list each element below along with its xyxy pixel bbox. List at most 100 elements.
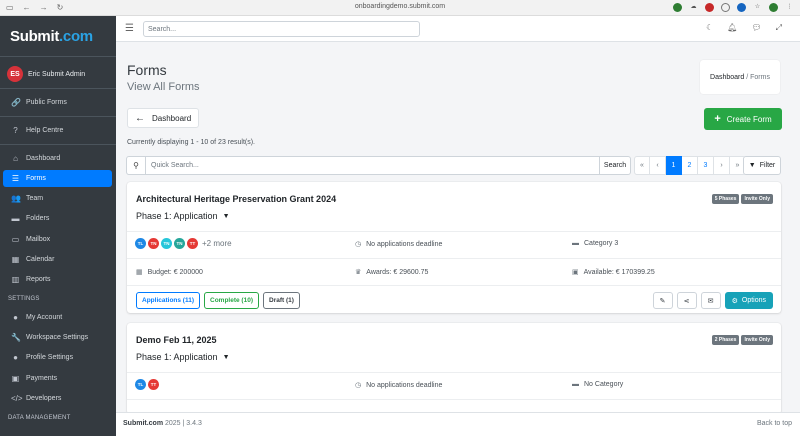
top-navbar: ☰ Search... ☾ 🔔︎ 💬︎ ⤢ <box>116 16 800 42</box>
wrench-icon: 🔧 <box>11 333 21 342</box>
notifications-bell-icon[interactable]: 🔔︎ <box>727 23 737 33</box>
sidebar-divider <box>0 144 116 145</box>
extension-red-icon[interactable] <box>705 3 714 12</box>
sidebar-toggle-icon[interactable]: ▭ <box>6 3 14 12</box>
user-cog-icon: ● <box>13 353 18 362</box>
sidebar-item-help-centre[interactable]: ? Help Centre <box>3 122 112 139</box>
page-first[interactable]: « <box>634 156 650 175</box>
draft-button[interactable]: Draft (1) <box>263 292 300 309</box>
sidebar-item-mailbox[interactable]: ▭ Mailbox <box>3 231 112 248</box>
filter-button[interactable]: ▼ Filter <box>743 156 781 175</box>
hamburger-menu-icon[interactable]: ☰ <box>125 23 134 34</box>
brand-logo[interactable]: Submit.com <box>10 28 93 45</box>
page-next[interactable]: › <box>714 156 730 175</box>
forward-icon[interactable]: → <box>40 3 48 12</box>
phases-badge: 2 Phases <box>711 335 740 345</box>
create-form-button[interactable]: + Create Form <box>704 108 782 130</box>
url-text: onboardingdemo.submit.com <box>354 3 446 10</box>
sidebar-item-profile-settings[interactable]: ● Profile Settings <box>3 349 112 366</box>
cloud-icon[interactable]: ☁ <box>689 3 698 12</box>
dark-mode-moon-icon[interactable]: ☾ <box>706 23 713 33</box>
dashboard-back-button[interactable]: ← Dashboard <box>127 108 199 128</box>
reload-icon[interactable]: ↻ <box>57 3 64 12</box>
breadcrumb-current: Forms <box>750 73 770 81</box>
sidebar-item-my-account[interactable]: ● My Account <box>3 309 112 326</box>
breadcrumb-home-link[interactable]: Dashboard <box>710 74 744 81</box>
user-panel[interactable]: ES Eric Submit Admin <box>7 66 85 82</box>
link-icon: 🔗 <box>11 98 21 107</box>
available-info: ▣ Available: € 170399.25 <box>572 268 655 277</box>
applications-button[interactable]: Applications (11) <box>136 292 201 309</box>
sidebar-item-team[interactable]: 👥 Team <box>3 190 112 207</box>
money-bill-icon: ▣ <box>572 269 579 276</box>
team-avatars[interactable]: TL TN TN TN TT +2 more <box>135 238 232 249</box>
sidebar-divider <box>0 88 116 89</box>
sidebar-item-label: Reports <box>26 276 51 283</box>
chat-icon[interactable]: 💬︎ <box>751 23 761 33</box>
extension-green-icon[interactable] <box>673 3 682 12</box>
edit-pencil-icon[interactable]: ✎ <box>652 292 673 309</box>
star-icon[interactable]: ☆ <box>753 3 762 12</box>
sidebar-item-calendar[interactable]: ▦ Calendar <box>3 251 112 268</box>
phase-dropdown[interactable]: Phase 1: Application ▼ <box>136 352 230 362</box>
form-title[interactable]: Architectural Heritage Preservation Gran… <box>136 194 336 204</box>
search-placeholder: Search... <box>148 26 177 33</box>
quick-search-input[interactable]: Quick Search... <box>146 156 600 175</box>
menu-dots-icon[interactable]: ⋮ <box>785 3 794 12</box>
extension-box-icon[interactable] <box>721 3 730 12</box>
deadline-info: ◷ No applications deadline <box>355 381 443 390</box>
sidebar-item-reports[interactable]: ▥ Reports <box>3 271 112 288</box>
extension-blue-icon[interactable] <box>737 3 746 12</box>
back-to-top-link[interactable]: Back to top <box>757 420 792 427</box>
options-button[interactable]: ⚙ Options <box>724 292 773 309</box>
category-info: ▬ Category 3 <box>572 240 618 247</box>
home-icon: ⌂ <box>13 154 18 163</box>
dashboard-back-label: Dashboard <box>152 113 192 123</box>
sidebar-item-label: Payments <box>26 375 58 382</box>
sidebar-item-label: Mailbox <box>26 236 51 243</box>
back-icon[interactable]: ← <box>23 3 31 12</box>
sidebar-item-workspace-settings[interactable]: 🔧 Workspace Settings <box>3 329 112 346</box>
sidebar-item-dashboard[interactable]: ⌂ Dashboard <box>3 150 112 167</box>
page-prev[interactable]: ‹ <box>650 156 666 175</box>
sidebar-item-label: Help Centre <box>26 127 64 134</box>
global-search-input[interactable]: Search... <box>143 21 420 37</box>
page-2[interactable]: 2 <box>682 156 698 175</box>
breadcrumb: Dashboard / Forms <box>700 60 780 94</box>
list-icon: ☰ <box>11 174 20 183</box>
create-form-label: Create Form <box>726 114 772 124</box>
deadline-text: No applications deadline <box>366 381 443 389</box>
page-3[interactable]: 3 <box>698 156 714 175</box>
footer-brand[interactable]: Submit.com <box>123 420 163 427</box>
team-avatars[interactable]: TL TT <box>135 379 161 390</box>
breadcrumb-separator: / <box>746 73 749 81</box>
quick-search-group: ⚲ Quick Search... Search <box>126 156 631 175</box>
share-icon[interactable]: ⋖ <box>676 292 697 309</box>
complete-button[interactable]: Complete (10) <box>204 292 259 309</box>
form-title[interactable]: Demo Feb 11, 2025 <box>136 335 217 345</box>
sidebar-item-forms[interactable]: ☰ Forms <box>3 170 112 187</box>
quick-search-placeholder: Quick Search... <box>151 162 199 169</box>
expand-icon[interactable]: ⤢ <box>776 23 782 33</box>
question-icon: ? <box>13 126 18 135</box>
search-button[interactable]: Search <box>600 156 631 175</box>
form-card: Demo Feb 11, 2025 2 Phases Invite Only P… <box>127 323 781 414</box>
sidebar-item-developers[interactable]: </> Developers <box>3 390 112 407</box>
extension-shield-icon[interactable] <box>769 3 778 12</box>
pagination: « ‹ 1 2 3 › » <box>634 156 746 175</box>
sidebar-item-folders[interactable]: ▬ Folders <box>3 210 112 227</box>
phase-dropdown[interactable]: Phase 1: Application ▼ <box>136 211 230 221</box>
awards-info: ♛ Awards: € 29600.75 <box>355 268 429 277</box>
user-name: Eric Submit Admin <box>28 70 86 78</box>
card-divider <box>127 399 781 400</box>
email-envelope-icon[interactable]: ✉ <box>700 292 721 309</box>
sidebar-item-label: Team <box>26 195 44 202</box>
user-icon: ● <box>13 313 18 322</box>
filter-icon: ▼ <box>748 162 756 169</box>
category-text: No Category <box>584 381 624 388</box>
sidebar-item-public-forms[interactable]: 🔗 Public Forms <box>3 94 112 111</box>
awards-text: Awards: € 29600.75 <box>366 268 429 276</box>
sidebar-item-payments[interactable]: ▣ Payments <box>3 370 112 387</box>
phases-badge: 5 Phases <box>711 194 740 204</box>
page-1[interactable]: 1 <box>666 156 682 175</box>
